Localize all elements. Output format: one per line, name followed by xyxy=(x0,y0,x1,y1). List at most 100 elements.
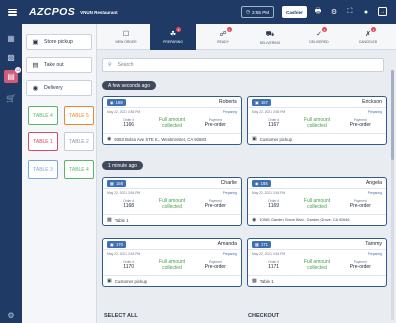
table-4b-button[interactable]: TABLE 4 xyxy=(64,160,94,179)
tab-new-order[interactable]: ☐ NEW ORDER xyxy=(103,24,149,50)
order-date: May 22, 2021 3:54 PM xyxy=(107,252,141,256)
order-number-badge: ◉ 165 xyxy=(252,179,271,187)
store-icon: ▣ xyxy=(110,241,114,247)
order-footer: Table 1 xyxy=(259,278,274,284)
table-3-button[interactable]: TABLE 3 xyxy=(28,160,58,179)
gear-icon[interactable]: ⚙ xyxy=(329,7,339,17)
rail-orders-badge: 13 xyxy=(15,67,21,73)
user-icon[interactable]: ● xyxy=(361,7,371,17)
store-pickup-label: Store pickup xyxy=(44,39,73,45)
order-number-badge: ▩ 158 xyxy=(107,179,126,187)
order-card[interactable]: ▩ 158 Charlie May 22, 2021 3:54 PM Prepari… xyxy=(102,177,242,226)
payment-value: Pre-order xyxy=(349,202,371,209)
table-4-button[interactable]: TABLE 4 xyxy=(28,106,58,125)
restaurant-name: VNUN Restaurant xyxy=(80,9,118,15)
order-card[interactable]: ◉ 168 Roberts May 22, 2021 3:55 PM Prepari… xyxy=(102,96,242,145)
menu-icon[interactable] xyxy=(8,8,17,16)
rail-table-icon[interactable]: ▩ xyxy=(5,51,17,63)
table-icon: ▩ xyxy=(107,217,112,223)
logout-icon[interactable]: → xyxy=(378,7,387,16)
amount-status: Full amount collected xyxy=(303,197,331,210)
order-number: 1170 xyxy=(123,263,135,270)
fullscreen-icon[interactable]: ⛶ xyxy=(345,7,355,17)
preparing-badge: 4 xyxy=(176,27,182,32)
delivery-button[interactable]: ◉ Delivery xyxy=(26,80,92,96)
table-2-button[interactable]: TABLE 2 xyxy=(64,132,94,151)
order-date: May 22, 2021 3:54 PM xyxy=(107,191,141,195)
rail-menu-icon[interactable]: ▦ xyxy=(5,32,17,44)
canceled-icon: ✗ 1 xyxy=(365,27,376,38)
tab-delivered[interactable]: ✓ 1 DELIVERED xyxy=(296,24,342,50)
cashier-button[interactable]: Cashier xyxy=(282,6,307,18)
tab-label: DELIVERING xyxy=(259,40,281,45)
order-card[interactable]: ▣ 167 Erickson May 22, 2021 3:55 PM Prepar… xyxy=(247,96,387,145)
order-footer: Table 1 xyxy=(114,217,129,223)
table-5-button[interactable]: TABLE 5 xyxy=(64,106,94,125)
select-all-button[interactable]: SELECT ALL xyxy=(104,313,138,319)
order-footer: Customer pickup xyxy=(114,278,147,284)
rail-orders-icon[interactable]: ▤ 13 xyxy=(4,67,21,83)
order-card[interactable]: ◉ 165 Angela May 22, 2021 3:54 PM Preparin… xyxy=(247,177,387,226)
customer-name: Roberts xyxy=(218,99,237,105)
store-icon: ▣ xyxy=(255,99,259,105)
ready-badge: 1 xyxy=(226,27,232,32)
clock-icon: ◷ xyxy=(246,9,251,14)
table-icon: ▩ xyxy=(255,241,259,247)
location-pin-icon: ◉ xyxy=(252,217,257,223)
order-status: Preparing xyxy=(222,191,237,195)
order-number-badge: ▣ 167 xyxy=(252,98,271,106)
order-date: May 22, 2021 3:55 PM xyxy=(107,110,141,114)
clock-time: 3:55 PM xyxy=(252,9,270,15)
order-card[interactable]: ▩ 171 Tammy May 22, 2021 3:54 PM Preparing… xyxy=(247,238,387,287)
orders-panel: ☐ NEW ORDER ☘ 4 PREPARING ☍ 1 READY ⛟ DE… xyxy=(97,24,396,323)
store-icon: ▣ xyxy=(107,278,112,284)
order-status: Preparing xyxy=(367,252,382,256)
tab-delivering[interactable]: ⛟ DELIVERING xyxy=(247,24,293,50)
section-label: A few seconds ago xyxy=(102,81,156,90)
location-pin-icon: ◉ xyxy=(107,136,112,142)
left-rail: ▦ ▩ ▤ 13 🛒 ⚙ xyxy=(0,24,22,323)
amount-status: Full amount collected xyxy=(303,258,331,271)
order-card[interactable]: ▣ 170 Amanda May 22, 2021 3:54 PM Preparin… xyxy=(102,238,242,287)
payment-value: Pre-order xyxy=(204,263,226,270)
order-date: May 22, 2021 3:55 PM xyxy=(252,110,286,114)
location-pin-icon: ◉ xyxy=(32,85,39,92)
search-icon: ⚲ xyxy=(108,62,112,68)
amount-status: Full amount collected xyxy=(158,197,186,210)
customer-name: Erickson xyxy=(362,99,382,105)
printer-icon[interactable]: 🖶 xyxy=(313,7,323,17)
tab-canceled[interactable]: ✗ 1 CANCELED xyxy=(345,24,391,50)
take-out-button[interactable]: ▤ Take out xyxy=(26,57,92,73)
scrollbar[interactable] xyxy=(391,70,394,320)
order-footer: Customer pickup xyxy=(259,136,292,142)
table-1-button[interactable]: TABLE 1 xyxy=(28,132,58,151)
order-date: May 22, 2021 3:54 PM xyxy=(252,191,286,195)
new-order-icon: ☐ xyxy=(122,31,130,38)
tab-preparing[interactable]: ☘ 4 PREPARING xyxy=(150,24,196,50)
store-icon: ▣ xyxy=(252,136,257,142)
rail-settings-icon[interactable]: ⚙ xyxy=(5,309,17,321)
store-pickup-button[interactable]: ▣ Store pickup xyxy=(26,34,92,50)
customer-name: Charlie xyxy=(220,180,237,186)
amount-status: Full amount collected xyxy=(158,116,186,129)
customer-name: Amanda xyxy=(217,241,237,247)
rail-cart-icon[interactable]: 🛒 xyxy=(5,92,17,104)
app-logo: AZCPOS xyxy=(29,6,76,18)
payment-value: Pre-order xyxy=(204,202,226,209)
payment-value: Pre-order xyxy=(349,121,371,128)
truck-icon: ⛟ xyxy=(265,30,275,38)
tab-ready[interactable]: ☍ 1 READY xyxy=(200,24,246,50)
table-icon: ▩ xyxy=(110,180,114,186)
order-number-badge: ▣ 170 xyxy=(107,240,126,248)
payment-value: Pre-order xyxy=(204,121,226,128)
order-number: 1171 xyxy=(268,263,280,270)
order-number: 1168 xyxy=(123,202,135,209)
tab-label: PREPARING xyxy=(163,40,183,44)
order-number-badge: ▩ 171 xyxy=(252,240,271,248)
checkout-button[interactable]: CHECKOUT xyxy=(248,313,279,319)
top-bar: AZCPOS VNUN Restaurant ◷ 3:55 PM Cashier… xyxy=(0,0,396,24)
search-input[interactable]: ⚲ Search xyxy=(102,58,384,72)
search-placeholder: Search xyxy=(117,62,134,68)
scrollbar-thumb[interactable] xyxy=(391,70,394,160)
order-number: 1167 xyxy=(268,121,280,128)
